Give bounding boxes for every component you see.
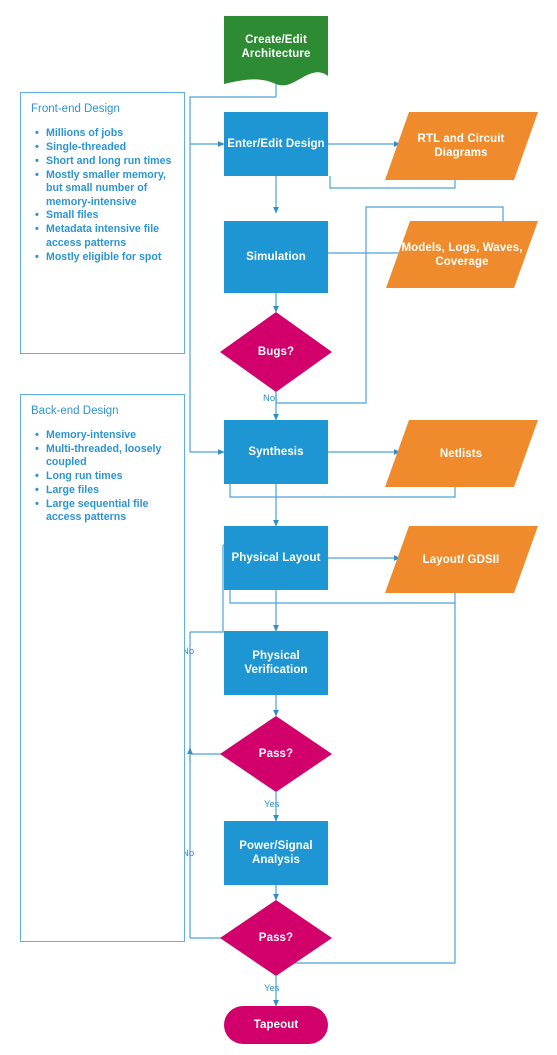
node-shape-tapeout[interactable]: [224, 1006, 328, 1044]
list-item: Small files: [35, 209, 174, 223]
panel-list-back-end: Memory-intensive Multi-threaded, loosely…: [31, 429, 174, 525]
list-item: Short and long run times: [35, 155, 174, 169]
node-shape-bugs[interactable]: [220, 312, 332, 392]
panel-title-back-end: Back-end Design: [31, 405, 119, 417]
node-shape-power-signal[interactable]: [224, 821, 328, 885]
list-item: Mostly eligible for spot: [35, 251, 174, 265]
list-item: Large files: [35, 484, 174, 498]
node-shape-physical-layout[interactable]: [224, 526, 328, 590]
node-shape-enter-design[interactable]: [224, 112, 328, 176]
panel-title-front-end: Front-end Design: [31, 103, 120, 115]
node-shape-synthesis[interactable]: [224, 420, 328, 484]
list-item: Long run times: [35, 470, 174, 484]
list-item: Memory-intensive: [35, 429, 174, 443]
list-item: Single-threaded: [35, 141, 174, 155]
list-item: Metadata intensive file access patterns: [35, 223, 174, 250]
node-shape-rtl-diagrams[interactable]: [385, 112, 538, 180]
panel-back-end-design: Back-end Design Memory-intensive Multi-t…: [20, 394, 185, 942]
edge-label-pass2-yes: Yes: [264, 983, 280, 994]
panel-front-end-design: Front-end Design Millions of jobs Single…: [20, 92, 185, 354]
list-item: Large sequential file access patterns: [35, 498, 174, 525]
node-shape-models-logs[interactable]: [386, 221, 538, 288]
edge-label-pass1-yes: Yes: [264, 799, 280, 810]
panel-list-front-end: Millions of jobs Single-threaded Short a…: [31, 127, 174, 264]
flowchart-canvas: Create/Edit Architecture Enter/Edit Desi…: [0, 0, 557, 1055]
node-shape-layout-gdsii[interactable]: [385, 526, 538, 593]
node-shape-physical-verification[interactable]: [224, 631, 328, 695]
node-shape-architecture[interactable]: [224, 16, 328, 86]
node-shape-pass-1[interactable]: [220, 716, 332, 792]
list-item: Mostly smaller memory, but small number …: [35, 169, 174, 209]
node-shape-netlists[interactable]: [385, 420, 538, 487]
edge-label-bugs-no: No: [263, 393, 276, 404]
node-shape-simulation[interactable]: [224, 221, 328, 293]
list-item: Multi-threaded, loosely coupled: [35, 443, 174, 470]
node-shape-pass-2[interactable]: [220, 900, 332, 976]
list-item: Millions of jobs: [35, 127, 174, 141]
